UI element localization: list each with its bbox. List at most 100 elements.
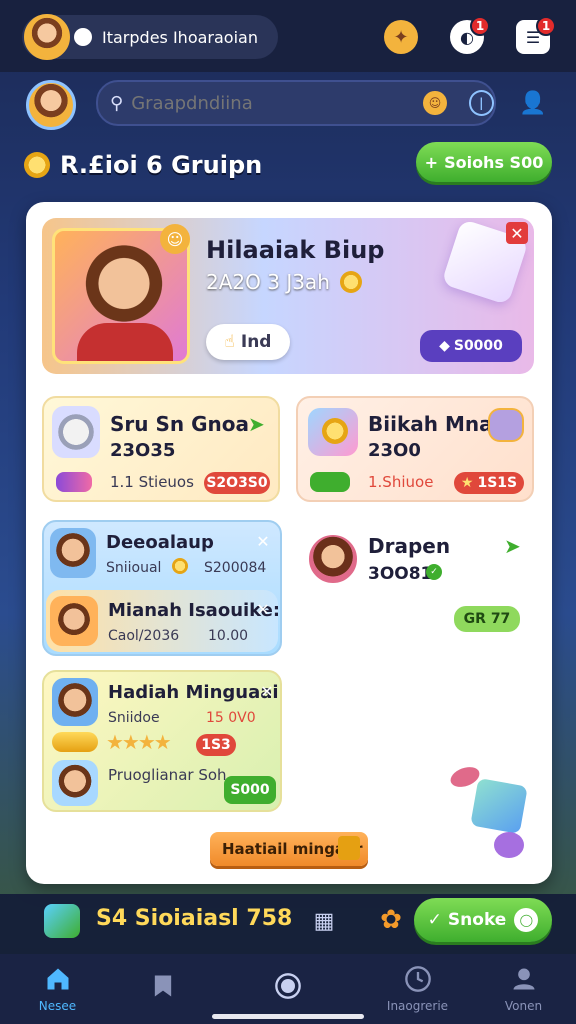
check-icon: ✓ bbox=[426, 564, 442, 580]
check-icon: ✓ bbox=[427, 910, 442, 930]
medal-icon: ☺ bbox=[160, 224, 190, 254]
card-value: 3OO81 bbox=[368, 564, 433, 584]
section-cta-button[interactable]: + Soiohs S00 bbox=[416, 142, 552, 182]
featured-subtitle-row: 2A2O 3 J3ah bbox=[206, 270, 362, 294]
card-biikah[interactable]: Biikah Mnai 23O0 1.Shiuoe ★ 1S1S bbox=[296, 396, 534, 502]
chevron-icon bbox=[74, 28, 92, 46]
filter-icon[interactable]: | bbox=[468, 90, 494, 116]
search-icon: ◯ bbox=[514, 908, 539, 932]
coin-icon[interactable]: ✦ bbox=[384, 20, 418, 54]
gem-icon: ◆ bbox=[439, 338, 450, 354]
drapen-tag[interactable]: GR 77 bbox=[454, 606, 520, 632]
card-thumbnail bbox=[52, 406, 100, 458]
calendar-icon[interactable]: ▦ bbox=[310, 904, 338, 938]
card-title: Drapen bbox=[368, 534, 451, 558]
nav-history[interactable]: Inaogrerie bbox=[360, 954, 475, 1024]
card-extra: Pruoglianar Soh bbox=[108, 766, 227, 784]
close-icon[interactable]: ✕ bbox=[252, 598, 274, 620]
card-sub-left: Sniidoe bbox=[108, 710, 160, 726]
nav-label: Inaogrerie bbox=[386, 999, 449, 1013]
bookmark-icon bbox=[154, 975, 171, 997]
gift-icon[interactable]: ✿ bbox=[374, 902, 408, 938]
cursor-icon: ➤ bbox=[248, 412, 265, 436]
chat-badge: 1 bbox=[470, 16, 490, 36]
coins-icon bbox=[52, 732, 98, 752]
username: Itarpdes Ihoaraoian bbox=[102, 27, 258, 47]
card-tag-label: 1S1S bbox=[477, 475, 518, 491]
card-title: Biikah Mnai bbox=[368, 412, 500, 436]
chat-icon[interactable]: ◐ 1 bbox=[450, 16, 490, 54]
card-tag[interactable]: S2O3S0 bbox=[204, 472, 270, 494]
card-title: Deeoalaup bbox=[106, 532, 214, 553]
coin-icon bbox=[24, 152, 50, 178]
card-thumbnail-2 bbox=[52, 760, 98, 806]
person-icon[interactable]: 👤 bbox=[516, 86, 550, 120]
card-thumbnail bbox=[50, 596, 98, 646]
action-button[interactable]: ✓ Snoke ◯ bbox=[414, 898, 552, 942]
action-label: Snoke bbox=[447, 910, 507, 930]
card-value: 23O0 bbox=[368, 440, 421, 461]
nav-profile[interactable]: Vonen bbox=[466, 954, 576, 1024]
search-input[interactable] bbox=[131, 92, 404, 114]
user-avatar[interactable] bbox=[24, 14, 70, 60]
featured-price: S0000 bbox=[453, 338, 503, 354]
profile-avatar[interactable] bbox=[26, 80, 76, 130]
search-icon: ⚲ bbox=[110, 92, 124, 114]
section-title-row: R.£ioi 6 Gruipn bbox=[24, 146, 262, 184]
close-icon[interactable]: ✕ bbox=[256, 680, 278, 702]
stars-icon: ★★★★ bbox=[106, 730, 172, 754]
card-drapen[interactable]: Drapen 3OO81 ✓ ➤ GR 77 bbox=[300, 524, 530, 644]
card-tag[interactable]: 1S3 bbox=[196, 734, 236, 756]
nav-label: Vonen bbox=[504, 999, 543, 1013]
clock-icon bbox=[404, 966, 431, 992]
card-sub-left: Caol/2036 bbox=[108, 628, 180, 644]
featured-subtitle: 2A2O 3 J3ah bbox=[206, 270, 330, 294]
nav-bookmark[interactable] bbox=[105, 954, 220, 1024]
nav-home[interactable]: Nesee bbox=[0, 954, 115, 1024]
shop-icon[interactable] bbox=[44, 904, 80, 938]
lock-icon bbox=[338, 836, 360, 860]
search-bar[interactable]: ⚲ ☺ | bbox=[96, 80, 496, 126]
card-thumbnail bbox=[52, 678, 98, 726]
featured-title: Hilaaiak Biup bbox=[206, 236, 385, 264]
close-icon[interactable]: ✕ bbox=[252, 530, 274, 552]
home-icon bbox=[47, 968, 68, 990]
chest-icon bbox=[310, 472, 350, 492]
gems-icon bbox=[56, 472, 92, 492]
coin-icon bbox=[172, 558, 188, 574]
card-sub-right: S200084 bbox=[204, 560, 267, 576]
card-mianah[interactable]: Mianah Isaouike: Caol/2036 10.00 ✕ bbox=[46, 590, 278, 652]
coin-icon[interactable]: ☺ bbox=[423, 91, 447, 115]
cursor-icon: ➤ bbox=[504, 534, 521, 558]
nav-label: Nesee bbox=[38, 999, 77, 1013]
card-price[interactable]: S000 bbox=[224, 776, 276, 804]
card-deeoalaup[interactable]: Deeoalaup Sniioual S200084 ✕ bbox=[46, 524, 278, 584]
weekly-button[interactable]: Haatiail mingaar bbox=[210, 832, 368, 866]
plus-icon: + bbox=[424, 152, 439, 172]
candy-icon bbox=[494, 832, 524, 858]
featured-price-tag[interactable]: ◆ S0000 bbox=[420, 330, 522, 362]
person-icon bbox=[513, 968, 534, 990]
inbox-badge: 1 bbox=[536, 16, 556, 36]
section-cta-label: Soiohs S00 bbox=[444, 152, 544, 172]
card-sru[interactable]: Sru Sn Gnoa 23O35 ➤ 1.1 Stieuos S2O3S0 bbox=[42, 396, 280, 502]
card-avatar bbox=[306, 532, 360, 586]
featured-button-label: Ind bbox=[240, 332, 272, 352]
card-sub-right: 15 0V0 bbox=[206, 710, 256, 726]
gift-box-icon bbox=[470, 778, 528, 834]
card-hadiah[interactable]: Hadiah Minguaai Sniidoe 15 0V0 ✕ ★★★★ 1S… bbox=[42, 670, 282, 812]
card-title: Sru Sn Gnoa bbox=[110, 412, 249, 436]
balance: S4 Sioiaiasl 758 bbox=[96, 906, 293, 931]
close-icon[interactable]: ✕ bbox=[506, 222, 528, 244]
featured-card[interactable]: ☺ Hilaaiak Biup 2A2O 3 J3ah ☝ Ind ✕ ◆ S0… bbox=[42, 218, 534, 374]
hand-icon: ☝ bbox=[224, 332, 235, 352]
record-icon bbox=[274, 973, 301, 999]
star-icon: ★ bbox=[460, 475, 474, 491]
section-title: R.£ioi 6 Gruipn bbox=[60, 151, 263, 179]
home-indicator bbox=[212, 1014, 364, 1019]
card-meta: 1.1 Stieuos bbox=[110, 473, 194, 491]
inbox-icon[interactable]: ☰ 1 bbox=[516, 16, 556, 54]
card-tag[interactable]: ★ 1S1S bbox=[454, 472, 524, 494]
badge-icon bbox=[488, 408, 524, 442]
featured-button[interactable]: ☝ Ind bbox=[206, 324, 290, 360]
